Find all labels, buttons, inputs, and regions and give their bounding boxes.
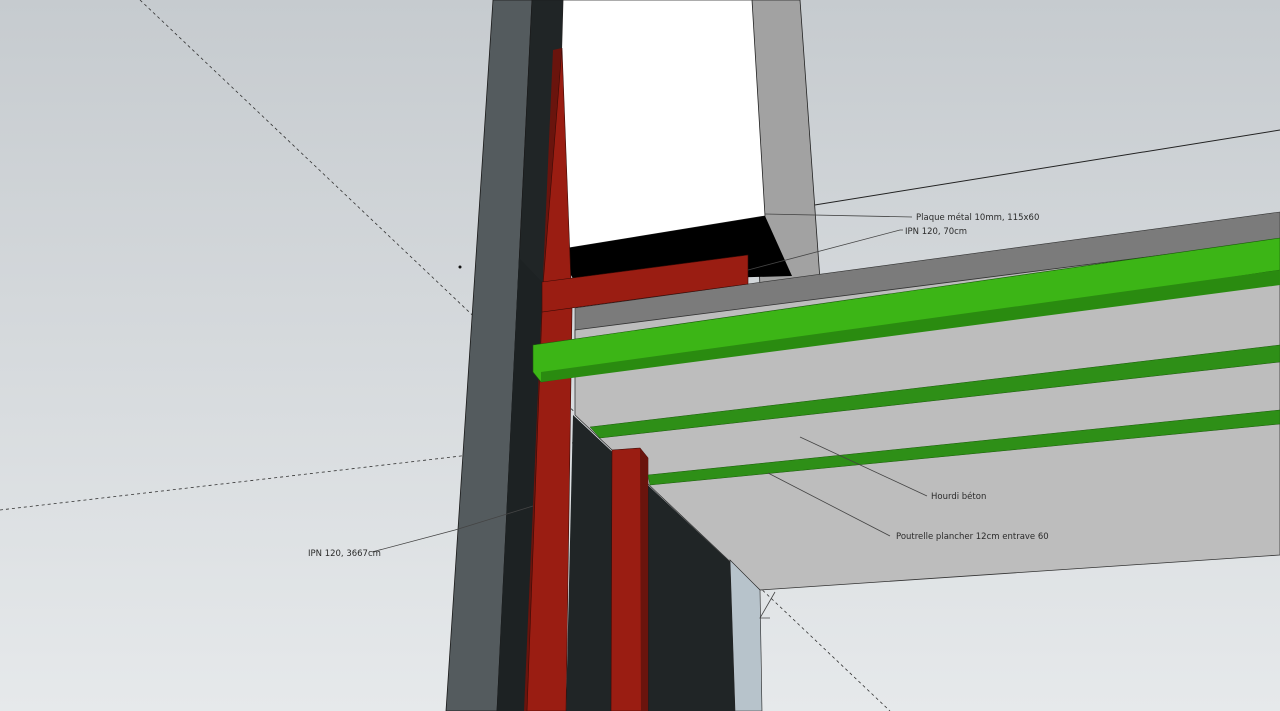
white-block bbox=[555, 0, 766, 251]
label-hourdi: Hourdi béton bbox=[931, 491, 986, 502]
point-marker bbox=[458, 265, 462, 269]
label-plate: Plaque métal 10mm, 115x60 bbox=[916, 212, 1039, 223]
label-poutrelle: Poutrelle plancher 12cm entrave 60 bbox=[896, 532, 1049, 542]
label-ipn-short: IPN 120, 70cm bbox=[905, 227, 967, 237]
ipn-second-beam-side bbox=[640, 448, 648, 711]
modeling-viewport[interactable]: Plaque métal 10mm, 115x60 IPN 120, 70cm … bbox=[0, 0, 1280, 711]
3d-scene[interactable]: Plaque métal 10mm, 115x60 IPN 120, 70cm … bbox=[0, 0, 1280, 711]
label-ipn-long: IPN 120, 3667cm bbox=[308, 549, 381, 559]
